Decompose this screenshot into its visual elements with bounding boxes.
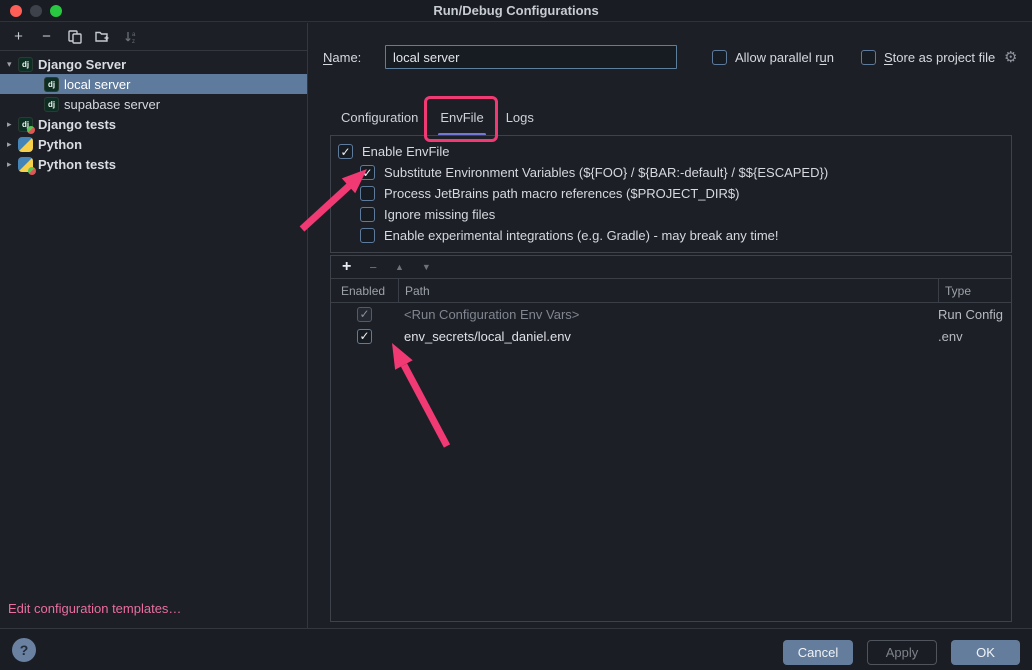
envfile-options-panel: ✓ Enable EnvFile ✓ Substitute Environmen… xyxy=(330,135,1012,253)
configurations-sidebar: + − az ▾ dj Django Server dj local serve… xyxy=(0,23,308,628)
allow-parallel-run-label: Allow parallel run xyxy=(735,50,834,65)
store-options-gear-icon[interactable]: ⚙ xyxy=(1004,48,1017,66)
tab-envfile[interactable]: EnvFile xyxy=(429,100,494,135)
env-files-table-panel: + − ▲ ▼ Enabled Path Type ✓ <Run Configu… xyxy=(330,255,1012,622)
row-enabled-checkbox[interactable]: ✓ xyxy=(357,329,372,344)
django-tests-icon: dj xyxy=(18,117,33,132)
process-path-macros-option[interactable]: ✓ Process JetBrains path macro reference… xyxy=(331,183,1011,204)
store-as-project-file-label: Store as project file xyxy=(884,50,995,65)
tree-item-local-server[interactable]: dj local server xyxy=(0,74,307,94)
sort-alphabetically-icon[interactable]: az xyxy=(122,28,139,45)
svg-text:a: a xyxy=(132,32,136,38)
chevron-right-icon[interactable]: ▸ xyxy=(0,139,18,150)
tab-logs[interactable]: Logs xyxy=(495,100,545,135)
django-icon: dj xyxy=(18,57,33,72)
column-header-path[interactable]: Path xyxy=(398,279,938,302)
test-badge-icon xyxy=(28,167,36,175)
column-header-type[interactable]: Type xyxy=(938,279,1011,302)
remove-env-file-icon[interactable]: − xyxy=(369,261,377,274)
table-toolbar: + − ▲ ▼ xyxy=(331,256,1011,279)
column-header-enabled[interactable]: Enabled xyxy=(331,279,398,302)
python-tests-icon xyxy=(18,157,33,172)
django-icon: dj xyxy=(44,77,59,92)
python-icon xyxy=(18,137,33,152)
ok-button[interactable]: OK xyxy=(951,640,1020,665)
chevron-right-icon[interactable]: ▸ xyxy=(0,159,18,170)
title-bar: Run/Debug Configurations xyxy=(0,0,1032,22)
remove-configuration-icon[interactable]: − xyxy=(38,28,55,45)
django-icon: dj xyxy=(44,97,59,112)
tab-configuration[interactable]: Configuration xyxy=(330,100,429,135)
dialog-title: Run/Debug Configurations xyxy=(0,3,1032,18)
configurations-tree: ▾ dj Django Server dj local server dj su… xyxy=(0,51,307,174)
substitute-env-vars-checkbox[interactable]: ✓ xyxy=(360,165,375,180)
tree-item-python-tests[interactable]: ▸ Python tests xyxy=(0,154,307,174)
sidebar-toolbar: + − az xyxy=(0,23,307,51)
chevron-down-icon[interactable]: ▾ xyxy=(0,59,18,70)
add-configuration-icon[interactable]: + xyxy=(10,28,27,45)
svg-text:z: z xyxy=(132,39,135,44)
store-as-project-file-option[interactable]: ✓ Store as project file xyxy=(861,50,995,65)
name-label: Name: xyxy=(323,50,361,65)
process-path-macros-checkbox[interactable]: ✓ xyxy=(360,186,375,201)
experimental-integrations-option[interactable]: ✓ Enable experimental integrations (e.g.… xyxy=(331,225,1011,246)
ignore-missing-files-option[interactable]: ✓ Ignore missing files xyxy=(331,204,1011,225)
config-tab-bar: Configuration EnvFile Logs xyxy=(330,100,545,135)
move-up-icon[interactable]: ▲ xyxy=(395,263,404,272)
table-row[interactable]: ✓ <Run Configuration Env Vars> Run Confi… xyxy=(331,303,1011,325)
add-env-file-icon[interactable]: + xyxy=(342,259,351,275)
tree-item-django-server[interactable]: ▾ dj Django Server xyxy=(0,54,307,74)
store-as-project-file-checkbox[interactable]: ✓ xyxy=(861,50,876,65)
test-badge-icon xyxy=(27,126,35,134)
dialog-footer: ? Cancel Apply OK xyxy=(0,628,1032,670)
table-row[interactable]: ✓ env_secrets/local_daniel.env .env xyxy=(331,325,1011,347)
row-enabled-checkbox: ✓ xyxy=(357,307,372,322)
copy-configuration-icon[interactable] xyxy=(66,28,83,45)
table-header: Enabled Path Type xyxy=(331,279,1011,303)
apply-button: Apply xyxy=(867,640,937,665)
help-button[interactable]: ? xyxy=(12,638,36,662)
allow-parallel-run-option[interactable]: ✓ Allow parallel run xyxy=(712,50,834,65)
allow-parallel-run-checkbox[interactable]: ✓ xyxy=(712,50,727,65)
chevron-right-icon[interactable]: ▸ xyxy=(0,119,18,130)
tree-item-django-tests[interactable]: ▸ dj Django tests xyxy=(0,114,307,134)
edit-configuration-templates-link[interactable]: Edit configuration templates… xyxy=(8,601,181,616)
tree-item-supabase-server[interactable]: dj supabase server xyxy=(0,94,307,114)
ignore-missing-files-checkbox[interactable]: ✓ xyxy=(360,207,375,222)
cancel-button[interactable]: Cancel xyxy=(783,640,853,665)
enable-envfile-checkbox[interactable]: ✓ xyxy=(338,144,353,159)
experimental-integrations-checkbox[interactable]: ✓ xyxy=(360,228,375,243)
move-down-icon[interactable]: ▼ xyxy=(422,263,431,272)
enable-envfile-option[interactable]: ✓ Enable EnvFile xyxy=(331,141,1011,162)
tree-item-python[interactable]: ▸ Python xyxy=(0,134,307,154)
new-folder-icon[interactable] xyxy=(94,28,111,45)
substitute-env-vars-option[interactable]: ✓ Substitute Environment Variables (${FO… xyxy=(331,162,1011,183)
name-input[interactable] xyxy=(385,45,677,69)
